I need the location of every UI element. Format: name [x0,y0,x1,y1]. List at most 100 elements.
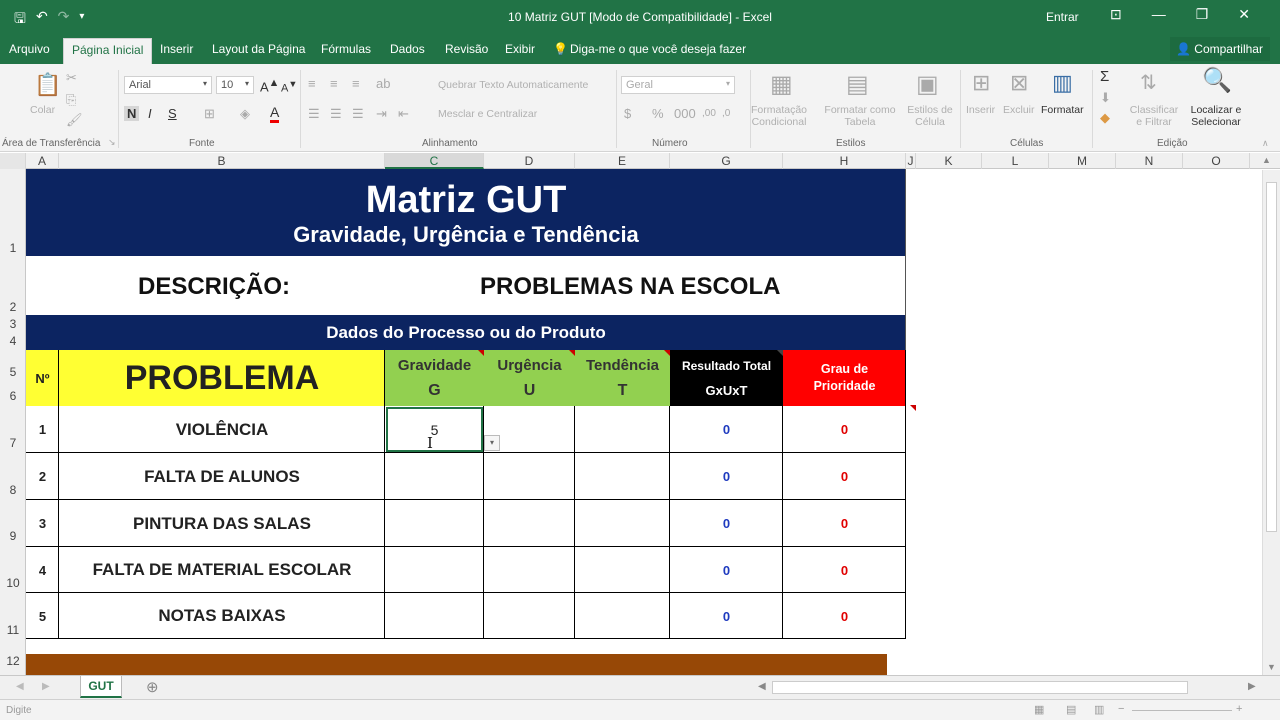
increase-decimal-icon[interactable]: ,00 [702,108,716,119]
row-number[interactable]: 4 [26,547,59,593]
delete-cells-button[interactable]: Excluir [1003,104,1035,116]
decrease-decimal-icon[interactable]: ,0 [722,108,730,119]
urgencia-cell[interactable] [484,453,575,500]
tab-pagina-inicial[interactable]: Página Inicial [63,38,153,64]
header-priority[interactable]: Grau de Prioridade [783,350,906,406]
close-icon[interactable]: ✕ [1238,6,1250,23]
autosum-icon[interactable]: Σ [1100,68,1109,85]
add-sheet-icon[interactable]: ⊕ [146,678,159,696]
validation-dropdown-icon[interactable]: ▾ [484,435,500,451]
normal-view-icon[interactable]: ▦ [1034,703,1044,716]
urgencia-cell[interactable] [484,547,575,593]
comment-indicator[interactable] [569,350,575,356]
row-header-8[interactable]: 8 [0,483,26,497]
comma-icon[interactable]: 000 [674,106,696,121]
urgencia-cell[interactable] [484,593,575,639]
row-number[interactable]: 3 [26,500,59,547]
format-cells-button[interactable]: Formatar [1041,104,1084,116]
column-header-g[interactable]: G [670,153,783,169]
row-header-1[interactable]: 1 [0,241,26,255]
clear-icon[interactable]: ◆ [1100,110,1110,126]
ribbon-display-icon[interactable]: ⊡ [1110,6,1122,23]
priority-cell[interactable]: 0 [783,547,906,593]
page-layout-icon[interactable]: ▤ [1066,703,1076,716]
tab-arquivo[interactable]: Arquivo [9,42,50,56]
borders-icon[interactable]: ⊞ [204,106,215,122]
total-cell[interactable]: 0 [670,453,783,500]
format-table-button[interactable]: Formatar como Tabela [818,104,902,128]
header-total[interactable]: Resultado Total GxUxT [670,350,783,406]
conditional-format-button[interactable]: Formatação Condicional [744,104,814,128]
comment-indicator[interactable] [664,350,670,356]
sort-filter-icon[interactable]: ⇅ [1140,70,1157,95]
tendencia-cell[interactable] [575,547,670,593]
row-number[interactable]: 1 [26,406,59,453]
copy-icon[interactable]: ⎘ [66,92,76,108]
minimize-icon[interactable]: — [1152,6,1166,23]
header-tendencia[interactable]: Tendência T [575,350,670,406]
footer-bar[interactable] [26,654,887,675]
gravidade-cell[interactable] [385,500,484,547]
priority-cell[interactable]: 0 [783,593,906,639]
horizontal-scroll-thumb[interactable] [772,681,1188,694]
total-cell[interactable]: 0 [670,406,783,453]
sign-in-link[interactable]: Entrar [1046,10,1079,24]
grow-font-icon[interactable]: A▲ [260,77,279,94]
fill-icon[interactable]: ⬇ [1100,90,1111,106]
problem-cell[interactable]: NOTAS BAIXAS [59,593,385,639]
wrap-text-button[interactable]: Quebrar Texto Automaticamente [438,79,588,91]
format-painter-icon[interactable]: 🖌 [66,112,83,128]
row-header-7[interactable]: 7 [0,436,26,450]
zoom-out-icon[interactable]: − [1118,703,1124,715]
description-value[interactable]: PROBLEMAS NA ESCOLA [480,272,780,302]
tendencia-cell[interactable] [575,593,670,639]
next-sheet-icon[interactable]: ▶ [42,681,50,692]
delete-cells-icon[interactable]: ⊠ [1010,70,1028,96]
column-header-l[interactable]: L [982,153,1049,169]
total-cell[interactable]: 0 [670,500,783,547]
bold-button[interactable]: N [124,106,140,121]
conditional-format-icon[interactable]: ▦ [770,70,793,99]
problem-cell[interactable]: VIOLÊNCIA [59,406,385,453]
center-icon[interactable]: ☰ [330,106,342,122]
zoom-slider[interactable] [1132,710,1232,711]
gravidade-cell[interactable] [385,593,484,639]
tab-revisao[interactable]: Revisão [445,42,488,56]
sort-filter-button[interactable]: Classificar e Filtrar [1126,104,1182,128]
column-header-h[interactable]: H [783,153,906,169]
cut-icon[interactable]: ✂ [66,70,77,86]
row-header-2[interactable]: 2 [0,300,26,314]
tell-me-box[interactable]: Diga-me o que você deseja fazer [570,42,746,56]
fill-color-icon[interactable]: ◈ [240,106,250,122]
font-size-field[interactable]: 10 ▾ [216,76,254,94]
comment-indicator[interactable] [478,350,484,356]
priority-cell[interactable]: 0 [783,500,906,547]
row-header-9[interactable]: 9 [0,529,26,543]
percent-icon[interactable]: % [652,106,664,121]
column-header-a[interactable]: A [26,153,59,169]
cell-styles-icon[interactable]: ▣ [916,70,939,99]
tab-layout[interactable]: Layout da Página [212,42,305,56]
number-format-field[interactable]: Geral ▾ [621,76,735,94]
insert-cells-button[interactable]: Inserir [966,104,995,116]
prev-sheet-icon[interactable]: ◀ [16,681,24,692]
align-right-icon[interactable]: ☰ [352,106,364,122]
tendencia-cell[interactable] [575,453,670,500]
format-cells-icon[interactable]: ▥ [1052,70,1073,96]
tendencia-cell[interactable] [575,406,670,453]
align-top-icon[interactable]: ≡ [308,76,316,91]
column-header-c[interactable]: C [385,153,484,169]
shrink-font-icon[interactable]: A▼ [281,79,297,95]
vertical-scrollbar[interactable]: ▼ [1262,170,1280,675]
share-button[interactable]: 👤 Compartilhar [1170,37,1270,61]
priority-cell[interactable]: 0 [783,406,906,453]
dialog-launcher-icon[interactable]: ↘ [108,137,116,148]
find-select-button[interactable]: Localizar e Selecionar [1184,104,1248,128]
priority-cell[interactable]: 0 [783,453,906,500]
tab-exibir[interactable]: Exibir [505,42,535,56]
scroll-right-icon[interactable]: ▶ [1248,681,1256,692]
indent-icon[interactable]: ⇥ [376,106,387,122]
tab-formulas[interactable]: Fórmulas [321,42,371,56]
restore-icon[interactable]: ❐ [1196,6,1209,23]
collapse-ribbon-icon[interactable]: ∧ [1262,138,1269,149]
